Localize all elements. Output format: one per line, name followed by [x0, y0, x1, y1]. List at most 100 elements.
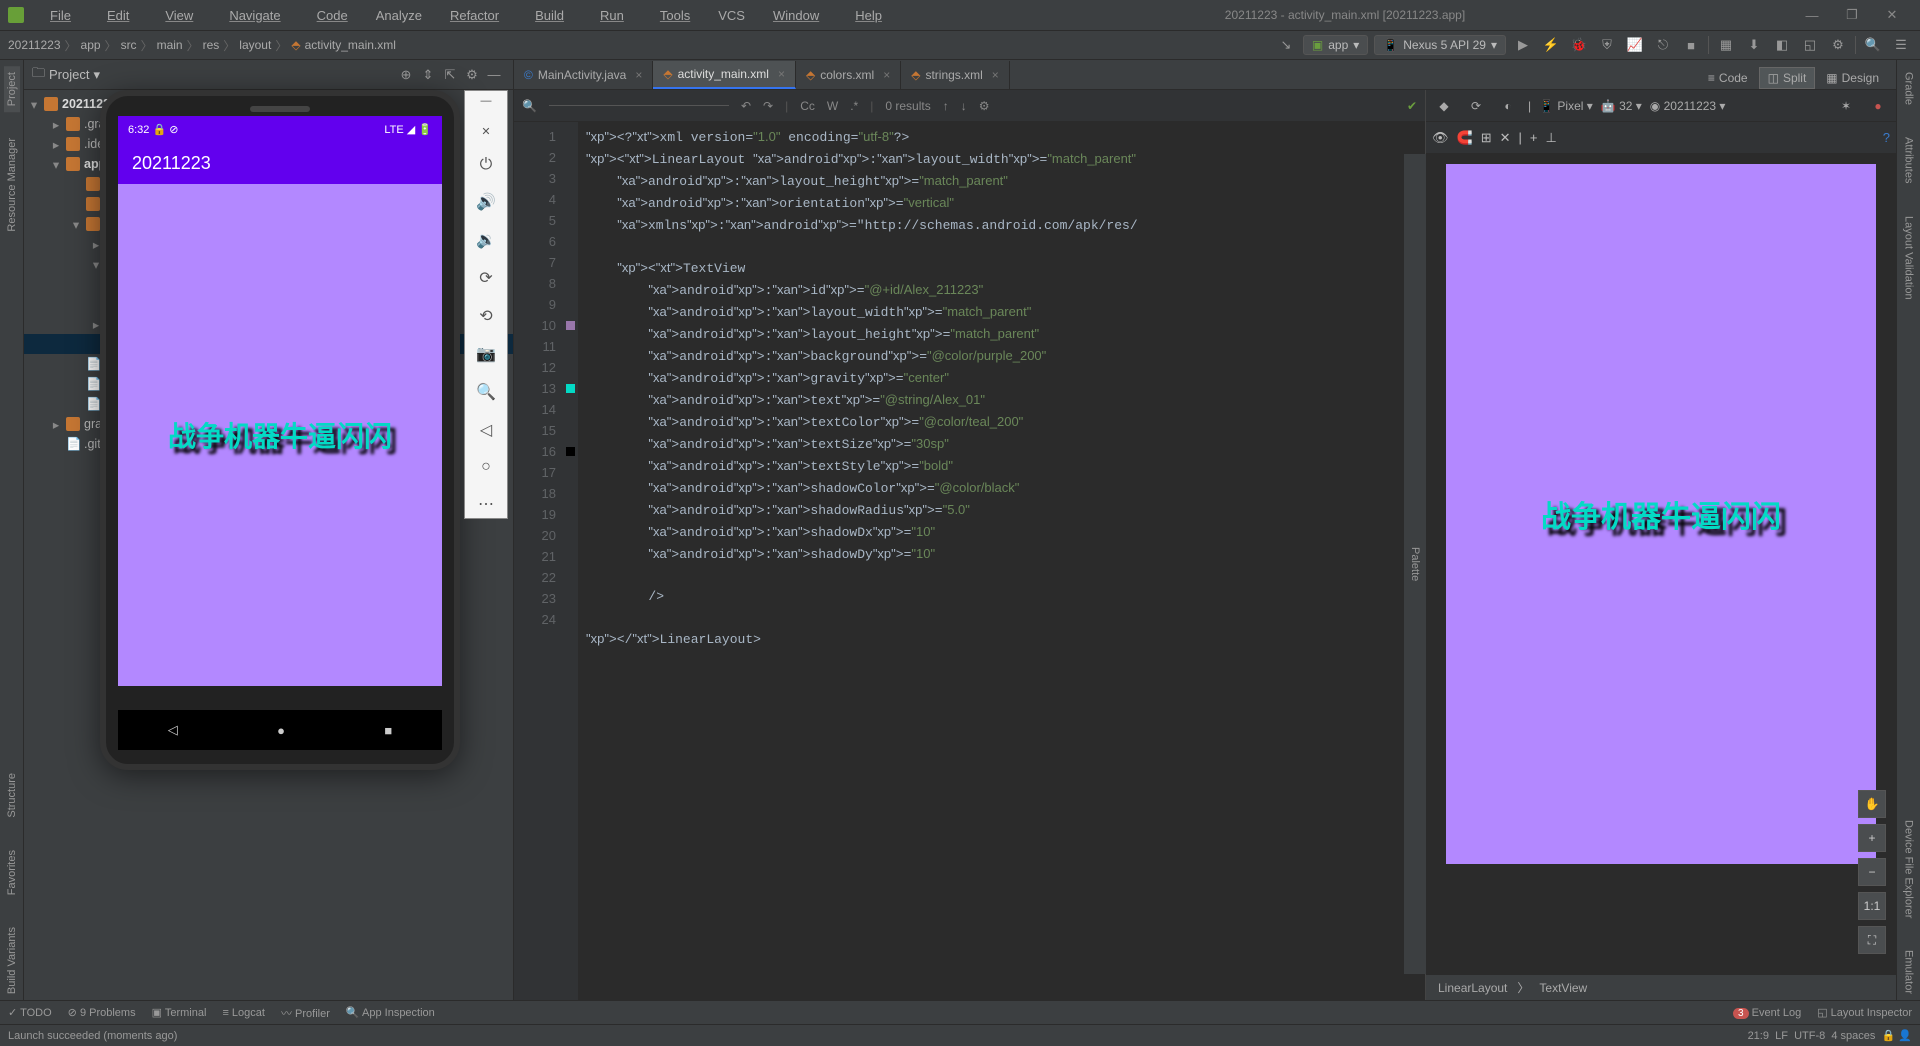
close-tab-icon[interactable]: ×: [992, 68, 999, 82]
zoom-fit-button[interactable]: 1:1: [1858, 892, 1886, 920]
menu-edit[interactable]: Edit: [91, 5, 145, 26]
menu-navigate[interactable]: Navigate: [213, 5, 296, 26]
close-tab-icon[interactable]: ×: [778, 67, 785, 81]
view-mode-design[interactable]: ▦Design: [1817, 67, 1888, 89]
menu-window[interactable]: Window: [757, 5, 835, 26]
zoom-out-icon[interactable]: ⊥: [1546, 130, 1557, 146]
file-encoding[interactable]: UTF-8: [1794, 1030, 1825, 1042]
menu-analyze[interactable]: Analyze: [368, 5, 430, 26]
editor-tab[interactable]: ⬘strings.xml×: [901, 61, 1010, 89]
user-icon[interactable]: 👤: [1898, 1029, 1912, 1042]
emulator-screen[interactable]: 6:32 🔒 ⊘ LTE ◢ 🔋 20211223 战争机器牛逼闪闪: [118, 116, 442, 686]
component-path-item[interactable]: TextView: [1539, 981, 1587, 995]
search-icon[interactable]: 🔍: [522, 99, 537, 113]
sidebar-tab-build-variants[interactable]: Build Variants: [4, 921, 20, 1000]
breadcrumb-file[interactable]: activity_main.xml: [305, 38, 396, 52]
sync-icon[interactable]: ↘: [1275, 34, 1297, 56]
layout-inspector-button[interactable]: ◱: [1799, 34, 1821, 56]
rotate-left-button[interactable]: ⟳: [479, 268, 492, 288]
sidebar-tab-layout-validation[interactable]: Layout Validation: [1901, 210, 1917, 306]
select-opened-file-button[interactable]: ⊕: [395, 64, 417, 86]
sidebar-tab-resource-manager[interactable]: Resource Manager: [4, 132, 20, 238]
troubleshoot-button[interactable]: ⚙: [1827, 34, 1849, 56]
palette-strip[interactable]: Palette: [1404, 154, 1426, 974]
menu-code[interactable]: Code: [301, 5, 364, 26]
sidebar-tab-gradle[interactable]: Gradle: [1901, 66, 1917, 111]
menu-build[interactable]: Build: [519, 5, 580, 26]
bottom-tool-logcat[interactable]: ≡ Logcat: [222, 1007, 265, 1019]
close-button[interactable]: ✕: [1872, 7, 1912, 23]
lock-icon[interactable]: 🔒: [1882, 1029, 1896, 1042]
rotate-right-button[interactable]: ⟲: [479, 306, 492, 326]
emulator-minimize-button[interactable]: —: [481, 95, 492, 107]
menu-refactor[interactable]: Refactor: [434, 5, 515, 26]
menu-vcs[interactable]: VCS: [710, 5, 753, 26]
zoom-out-button[interactable]: −: [1858, 858, 1886, 886]
apply-changes-button[interactable]: ⚡: [1540, 34, 1562, 56]
settings-button[interactable]: ⚙: [461, 64, 483, 86]
editor-tab[interactable]: ⬘colors.xml×: [796, 61, 901, 89]
run-config-selector[interactable]: ▣app ▾: [1303, 35, 1368, 55]
default-margins-icon[interactable]: ⊞: [1481, 130, 1492, 146]
back-button[interactable]: ◁: [480, 420, 492, 440]
bottom-tool-todo[interactable]: ✓ TODO: [8, 1006, 52, 1019]
regex-toggle[interactable]: .*: [850, 99, 858, 113]
hide-button[interactable]: —: [483, 64, 505, 86]
sidebar-tab-favorites[interactable]: Favorites: [4, 844, 20, 901]
menu-tools[interactable]: Tools: [644, 5, 706, 26]
editor-tab[interactable]: ©MainActivity.java×: [514, 61, 653, 89]
stop-button[interactable]: ■: [1680, 34, 1702, 56]
home-button[interactable]: ○: [481, 458, 491, 476]
error-icon[interactable]: ●: [1866, 94, 1890, 118]
view-options-icon[interactable]: 👁: [1432, 130, 1449, 146]
breadcrumb-item[interactable]: res: [203, 38, 220, 52]
emulator-close-button[interactable]: ✕: [481, 125, 490, 138]
breadcrumb-item[interactable]: main: [157, 38, 183, 52]
pan-button[interactable]: ✋: [1858, 790, 1886, 818]
menu-view[interactable]: View: [149, 5, 209, 26]
coverage-button[interactable]: ⛨: [1596, 34, 1618, 56]
theme-picker[interactable]: ◉ 20211223 ▾: [1650, 99, 1726, 113]
volume-down-button[interactable]: 🔉: [476, 230, 496, 250]
sidebar-tab-device-file-explorer[interactable]: Device File Explorer: [1901, 814, 1917, 924]
expand-all-button[interactable]: ⇕: [417, 64, 439, 86]
attach-debugger-button[interactable]: ⎋: [1652, 34, 1674, 56]
surface-icon[interactable]: ◆: [1432, 94, 1456, 118]
component-path-item[interactable]: LinearLayout: [1438, 981, 1507, 995]
view-mode-split[interactable]: ◫Split: [1759, 67, 1816, 89]
api-picker[interactable]: 🤖 32 ▾: [1601, 99, 1642, 113]
profile-button[interactable]: 📈: [1624, 34, 1646, 56]
night-mode-icon[interactable]: ◐: [1496, 94, 1520, 118]
line-separator[interactable]: LF: [1775, 1030, 1788, 1042]
code-editor[interactable]: "xp"><?"xt">xml version="1.0" encoding="…: [578, 122, 1425, 1000]
zoom-in-icon[interactable]: +: [1530, 130, 1538, 145]
resource-manager-button[interactable]: ◧: [1771, 34, 1793, 56]
warnings-icon[interactable]: ✶: [1834, 94, 1858, 118]
bottom-tool-app-inspection[interactable]: 🔍 App Inspection: [346, 1006, 435, 1019]
event-log-button[interactable]: 3 Event Log: [1733, 1007, 1801, 1019]
close-tab-icon[interactable]: ×: [883, 68, 890, 82]
power-button[interactable]: ⏻: [480, 156, 493, 174]
zoom-button[interactable]: 🔍: [476, 382, 496, 402]
collapse-all-button[interactable]: ⇱: [439, 64, 461, 86]
overview-button[interactable]: ■: [384, 723, 392, 738]
search-icon[interactable]: 🔍: [1862, 34, 1884, 56]
breadcrumb-item[interactable]: app: [81, 38, 101, 52]
sidebar-tab-structure[interactable]: Structure: [4, 767, 20, 824]
avd-manager-button[interactable]: ▦: [1715, 34, 1737, 56]
menu-file[interactable]: File: [34, 5, 87, 26]
zoom-reset-button[interactable]: ⛶: [1858, 926, 1886, 954]
editor-tab-active[interactable]: ⬘activity_main.xml×: [653, 61, 796, 89]
layout-inspector-button[interactable]: ◱ Layout Inspector: [1817, 1006, 1912, 1019]
help-icon[interactable]: ?: [1883, 130, 1890, 145]
emulator-window[interactable]: 6:32 🔒 ⊘ LTE ◢ 🔋 20211223 战争机器牛逼闪闪 ◁ ● ■: [100, 90, 460, 770]
magnet-icon[interactable]: 🧲: [1457, 130, 1473, 146]
maximize-button[interactable]: ❐: [1832, 7, 1872, 23]
run-button[interactable]: ▶: [1512, 34, 1534, 56]
sdk-manager-button[interactable]: ⬇: [1743, 34, 1765, 56]
zoom-in-button[interactable]: +: [1858, 824, 1886, 852]
sidebar-tab-emulator[interactable]: Emulator: [1901, 944, 1917, 1000]
back-button[interactable]: ◁: [168, 722, 178, 738]
volume-up-button[interactable]: 🔊: [476, 192, 496, 212]
caret-position[interactable]: 21:9: [1748, 1030, 1769, 1042]
